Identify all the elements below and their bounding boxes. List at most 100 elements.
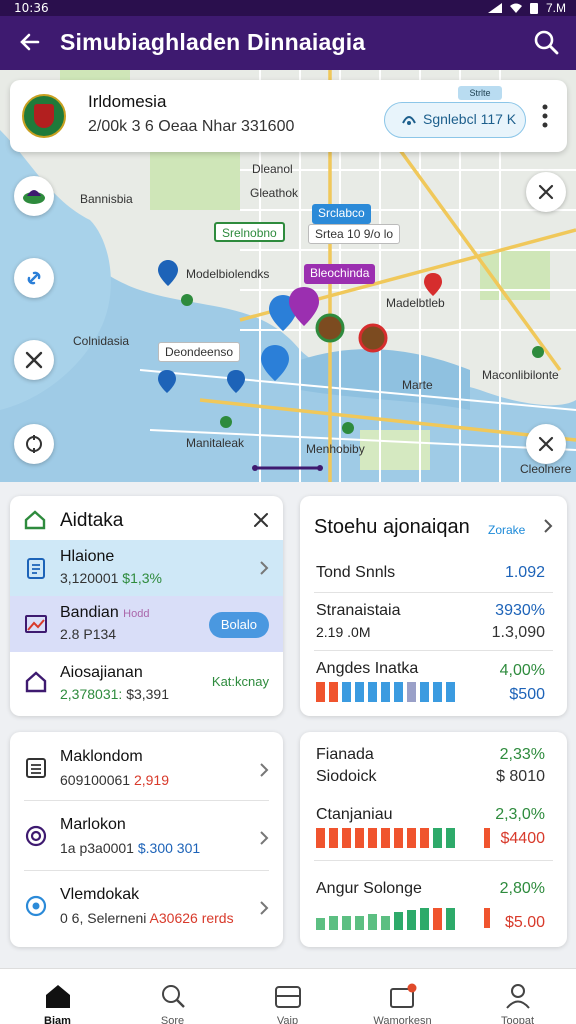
status-time: 10:36 <box>14 1 49 15</box>
map-label: Maconlibilonte <box>482 368 559 382</box>
stat-value: 1.092 <box>504 564 545 581</box>
stats-link[interactable]: Zorake <box>488 523 525 537</box>
nav-wallet[interactable]: Vaip <box>230 969 345 1024</box>
divider <box>24 800 269 801</box>
battery-icon <box>529 3 538 14</box>
summary-panel: Aidtaka Hlaione 3,120001 $1,3% Bandian H… <box>10 496 283 716</box>
link-fab[interactable] <box>14 258 54 298</box>
stats-title: Stoehu ajonaiqan <box>314 516 470 538</box>
map-chip[interactable]: Srtea 10 9/o lo <box>308 224 401 244</box>
row-value: 2,378031: $3,391 <box>60 686 170 702</box>
nav-messages[interactable]: Wamorkesn <box>345 969 460 1024</box>
stat-label: Siodoick <box>316 768 377 785</box>
map-chip[interactable]: Srclabco <box>312 204 371 224</box>
target-icon <box>25 895 47 917</box>
map-chip[interactable]: Srelnobno <box>214 222 285 242</box>
location-subtitle: 2/00k 3 6 Oeaa Nhar 331600 <box>88 118 295 135</box>
nav-profile[interactable]: Toopat <box>460 969 575 1024</box>
compass-fab[interactable] <box>14 424 54 464</box>
home-icon <box>24 510 46 530</box>
row-title: Vlemdokak <box>60 886 140 903</box>
details-panel: Maklondom 609100061 2,919 Marlokon 1a p3… <box>10 732 283 947</box>
chevron-right-icon <box>260 831 269 845</box>
clipboard-icon <box>27 558 45 579</box>
home-icon <box>46 985 70 1008</box>
stat-label: Fianada <box>316 746 374 763</box>
bar-strip <box>316 908 455 930</box>
image-icon <box>25 615 47 633</box>
divider <box>314 860 553 861</box>
map-label: Dleanol <box>252 162 293 176</box>
close-bottom-button[interactable] <box>526 424 566 464</box>
list-item[interactable]: Maklondom 609100061 2,919 <box>10 736 283 800</box>
map-label: Modelbiolendks <box>186 267 270 281</box>
stat-value: 2,3,0% <box>495 806 545 823</box>
status-bar: 10:36 7.M <box>0 0 576 16</box>
row-title: Marlokon <box>60 816 126 833</box>
nav-home[interactable]: Biam <box>0 969 115 1024</box>
list-item[interactable]: Vlemdokak 0 6, Selerneni A30626 rerds <box>10 874 283 938</box>
map-chip[interactable]: Deondeenso <box>158 342 241 362</box>
map-label: Gleathok <box>250 186 299 200</box>
chevron-right-icon[interactable] <box>543 518 553 534</box>
wifi-icon <box>509 3 522 13</box>
list-icon <box>26 758 46 778</box>
stat-label: Tond Snnls <box>316 564 396 581</box>
row-value: 2.8 P134 <box>60 626 117 642</box>
tools-icon <box>25 351 43 369</box>
map-chip[interactable]: Bleochinda <box>304 264 376 284</box>
bar-marker <box>484 908 490 928</box>
list-item[interactable]: Bandian Hodd 2.8 P134 Bolalo <box>10 596 283 652</box>
stat-value: $5.00 <box>504 914 545 931</box>
list-item[interactable]: Hlaione 3,120001 $1,3% <box>10 540 283 596</box>
nav-search[interactable]: Sore <box>115 969 230 1024</box>
stat-value: $500 <box>509 686 545 703</box>
map-label: Marte <box>402 378 433 392</box>
page-title: Simubiaghladen Dinnaiagia <box>60 29 366 55</box>
list-item[interactable]: Marlokon 1a p3a0001 $.300 301 <box>10 804 283 868</box>
stat-value: 3930% <box>495 602 545 619</box>
inbox-icon <box>390 983 417 1008</box>
link-icon <box>27 271 41 285</box>
bar-strip <box>316 828 455 848</box>
close-top-button[interactable] <box>526 172 566 212</box>
nav-label: Sore <box>160 1015 185 1024</box>
home-icon-wrap <box>24 510 46 535</box>
nav-label: Wamorkesn <box>373 1015 432 1024</box>
back-arrow-icon[interactable] <box>16 28 44 56</box>
more-vertical-icon[interactable] <box>537 102 553 130</box>
profile-icon <box>506 984 530 1009</box>
search-icon[interactable] <box>532 28 560 56</box>
signal-button[interactable]: Sgnlebcl 117 K <box>384 102 526 138</box>
stat-label: 2.19 .0M <box>316 624 371 640</box>
stat-value: 2,80% <box>499 880 545 897</box>
map-label: Cleolnere <box>520 462 572 476</box>
tools-fab[interactable] <box>14 340 54 380</box>
compass-icon <box>26 435 42 453</box>
row-title: Aiosajianan <box>60 664 143 681</box>
signal-label: Sgnlebcl 117 K <box>423 111 517 127</box>
row-title: Maklondom <box>60 748 143 765</box>
chevron-right-icon <box>260 763 269 777</box>
stat-label: Angdes Inatka <box>316 660 419 677</box>
stat-value: $ 8010 <box>496 768 545 785</box>
map-label: Madelbtleb <box>386 296 445 310</box>
finance-panel: Fianada 2,33% Siodoick $ 8010 Ctanjaniau… <box>300 732 567 947</box>
list-item[interactable]: Aiosajianan 2,378031: $3,391 Kat:kcnay <box>10 656 283 712</box>
status-icons: 7.M <box>487 0 566 16</box>
map-label: Bannisbia <box>80 192 133 206</box>
app-bar: Simubiaghladen Dinnaiagia <box>0 16 576 70</box>
row-title: Bandian Hodd <box>60 604 150 621</box>
action-pill[interactable]: Bolalo <box>208 612 269 638</box>
close-icon <box>538 436 554 452</box>
row-tag: Kat:kcnay <box>211 674 269 689</box>
signal-icon <box>487 3 502 13</box>
layer-fab[interactable] <box>14 176 54 216</box>
divider <box>314 650 553 651</box>
close-icon <box>538 184 554 200</box>
row-value: 609100061 2,919 <box>60 772 170 788</box>
chevron-right-icon <box>260 561 269 575</box>
location-card[interactable]: Irldomesia 2/00k 3 6 Oeaa Nhar 331600 St… <box>10 80 567 152</box>
bar-marker <box>484 828 490 848</box>
close-icon[interactable] <box>253 512 269 528</box>
